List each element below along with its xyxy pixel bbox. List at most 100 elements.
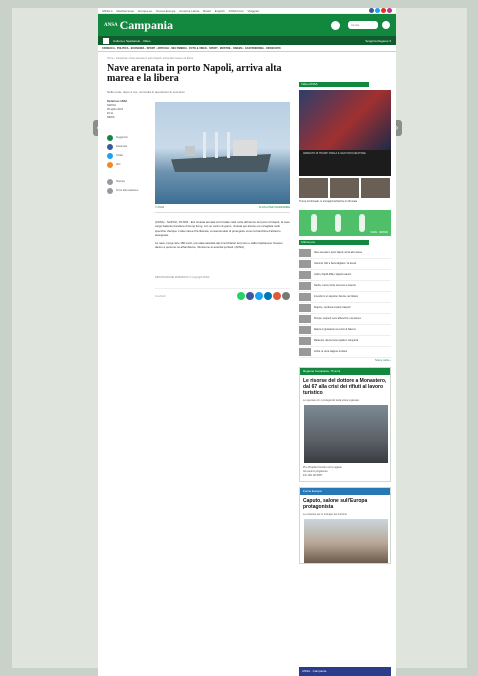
latest-news-list: Nave arenata in porto Napoli, arriva alt…: [299, 248, 391, 358]
top-link[interactable]: Mediterraneo: [117, 9, 135, 13]
web-page: ANSA.it Mediterraneo Europa.eu Nuova Eur…: [98, 8, 396, 676]
top-link[interactable]: ANSA.it: [102, 9, 113, 13]
facebook-icon[interactable]: [246, 292, 254, 300]
latest-news-header[interactable]: Ultima ora: [299, 240, 369, 245]
instagram-icon[interactable]: [387, 8, 392, 13]
breadcrumb[interactable]: Home › Campania › Nave arenata in porto …: [107, 57, 193, 60]
mail-icon[interactable]: [273, 292, 281, 300]
share-twitter-button[interactable]: Twitter: [107, 151, 147, 160]
special-promo[interactable]: Regione Campania, 70 anni Le risorse del…: [299, 367, 391, 482]
news-thumb: [299, 315, 311, 323]
promo2-title: Caputo, salone sull'Europa protagonista: [303, 498, 368, 510]
video-section-header[interactable]: Video ANSA: [299, 82, 369, 87]
europe-promo[interactable]: Focus Europa Caputo, salone sull'Europa …: [299, 487, 391, 564]
facebook-icon: [107, 143, 113, 150]
top-link[interactable]: Viaggiart: [247, 9, 259, 13]
news-thumb: [299, 260, 311, 268]
list-item[interactable]: Camorra, blitz a Secondigliano: 12 arres…: [299, 259, 391, 270]
menu-icon[interactable]: [382, 21, 390, 29]
twitter-icon[interactable]: [375, 8, 380, 13]
search-input[interactable]: Cerca: [348, 21, 378, 29]
video-thumb[interactable]: [330, 178, 359, 198]
ad-label: SAVE · WATER: [370, 231, 388, 234]
group-photo: [304, 405, 388, 463]
news-thumb: [299, 304, 311, 312]
whatsapp-icon[interactable]: [237, 292, 245, 300]
article-subtitle: Nella notte, dopo 2 ore, coinvolta in op…: [107, 90, 185, 94]
list-item[interactable]: Sanità, nuovo pronto soccorso a Caserta: [299, 281, 391, 292]
ship-bridge: [233, 140, 257, 156]
promo-header: Regione Campania, 70 anni: [300, 368, 390, 375]
promo-note: Info: 081 123 4567: [303, 475, 323, 477]
twitter-icon[interactable]: [255, 292, 263, 300]
share-facebook-button[interactable]: Facebook: [107, 142, 147, 151]
video-thumb-caption[interactable]: Trump incriminato, le immagini dell'arri…: [299, 200, 391, 208]
footer-banner[interactable]: ANSA · Campania: [299, 667, 391, 676]
video-thumbnail: [299, 90, 391, 150]
enlarge-link[interactable]: CLICCA PER INGRANDIRE: [259, 206, 290, 209]
promo2-photo: [304, 519, 388, 563]
mail-icon: [107, 187, 113, 194]
sun-icon: [331, 20, 340, 30]
category-nav[interactable]: CRONACA · POLITICA · ECONOMIA · SPORT · …: [98, 45, 396, 52]
twitter-icon: [107, 152, 113, 159]
news-thumb: [299, 326, 311, 334]
promo2-header: Focus Europa: [300, 488, 390, 495]
news-thumb: [299, 348, 311, 356]
print-icon[interactable]: [282, 292, 290, 300]
all-news-link[interactable]: Tutte le notizie ›: [299, 360, 391, 362]
list-item[interactable]: Calcio, Napoli-Milan: biglietti esauriti: [299, 270, 391, 281]
section-link[interactable]: Cultura e Spettacolo · Video: [113, 39, 150, 43]
bottom-share-label: Condividi: [155, 294, 166, 298]
ship-crane: [215, 132, 218, 158]
list-item[interactable]: Pompei, scoperti nuovi affreschi in una …: [299, 314, 391, 325]
video-thumbs: [299, 178, 391, 198]
share-more-button[interactable]: Altri: [107, 160, 147, 169]
advertisement-banner[interactable]: SAVE · WATER: [299, 210, 391, 236]
top-link[interactable]: Brasil: [203, 9, 211, 13]
share-suggest-button[interactable]: Suggerisci: [107, 133, 147, 142]
list-item[interactable]: Incendio in un deposito, fiamme nel Nola…: [299, 292, 391, 303]
promo-title: Le risorse del dottore a Monastero, dal …: [303, 378, 387, 396]
youtube-icon[interactable]: [381, 8, 386, 13]
top-link[interactable]: Nuova Europa: [156, 9, 175, 13]
list-item[interactable]: Regione, via libera al piano trasporti: [299, 303, 391, 314]
featured-video[interactable]: ARRESTO DI TRUMP: PARLA IL NEO PROCURATO…: [299, 90, 391, 176]
article-paragraph: La nave, lunga oltre 180 metri, era stat…: [155, 241, 283, 250]
region-title[interactable]: Campania: [120, 18, 173, 33]
top-link[interactable]: Europa.eu: [138, 9, 152, 13]
photo-caption: © ANSA CLICCA PER INGRANDIRE: [155, 206, 290, 213]
facebook-icon[interactable]: [369, 8, 374, 13]
bottom-share-bar: Condividi: [155, 288, 290, 300]
ship-crane: [227, 132, 230, 158]
list-item[interactable]: Rapina in gioielleria nel centro di Sale…: [299, 325, 391, 336]
print-icon: [107, 178, 113, 185]
right-column: Video ANSA ARRESTO DI TRUMP: PARLA IL NE…: [299, 82, 391, 564]
top-link[interactable]: America Latina: [179, 9, 199, 13]
weather-widget[interactable]: [331, 20, 340, 30]
top-link[interactable]: ANSA Foto: [229, 9, 244, 13]
video-thumb[interactable]: [299, 178, 328, 198]
share-column: Suggerisci Facebook Twitter Altri Stampa…: [107, 133, 147, 195]
region-select[interactable]: Scegli la Regione ▾: [365, 39, 391, 43]
article-paragraph: (ANSA) - NAPOLI, 05 APR - Era rimasta ar…: [155, 220, 290, 237]
article-photo[interactable]: [155, 102, 290, 204]
news-thumb: [299, 271, 311, 279]
site-header: ANSA Campania Cerca: [98, 14, 396, 36]
write-editor-button[interactable]: Scrivi alla redazione: [107, 186, 147, 195]
top-link[interactable]: English: [215, 9, 225, 13]
print-button[interactable]: Stampa: [107, 177, 147, 186]
ship-mast: [185, 146, 195, 156]
list-item[interactable]: Ischia, al via la stagione turistica: [299, 347, 391, 358]
linkedin-icon[interactable]: [264, 292, 272, 300]
list-item[interactable]: Maltempo, allerta meteo gialla in Campan…: [299, 336, 391, 347]
list-item[interactable]: Nave arenata in porto Napoli, arriva alt…: [299, 248, 391, 259]
home-icon[interactable]: [103, 37, 109, 44]
photo-credit: © ANSA: [155, 206, 165, 209]
video-thumb[interactable]: [361, 178, 390, 198]
ansa-logo[interactable]: ANSA: [104, 23, 118, 28]
promo-notes: 25 e 26 aprile l'incontro con la regione…: [300, 463, 390, 481]
cargo-ship: [171, 154, 271, 172]
suggest-icon: [107, 134, 113, 141]
article-body: (ANSA) - NAPOLI, 05 APR - Era rimasta ar…: [155, 220, 290, 254]
